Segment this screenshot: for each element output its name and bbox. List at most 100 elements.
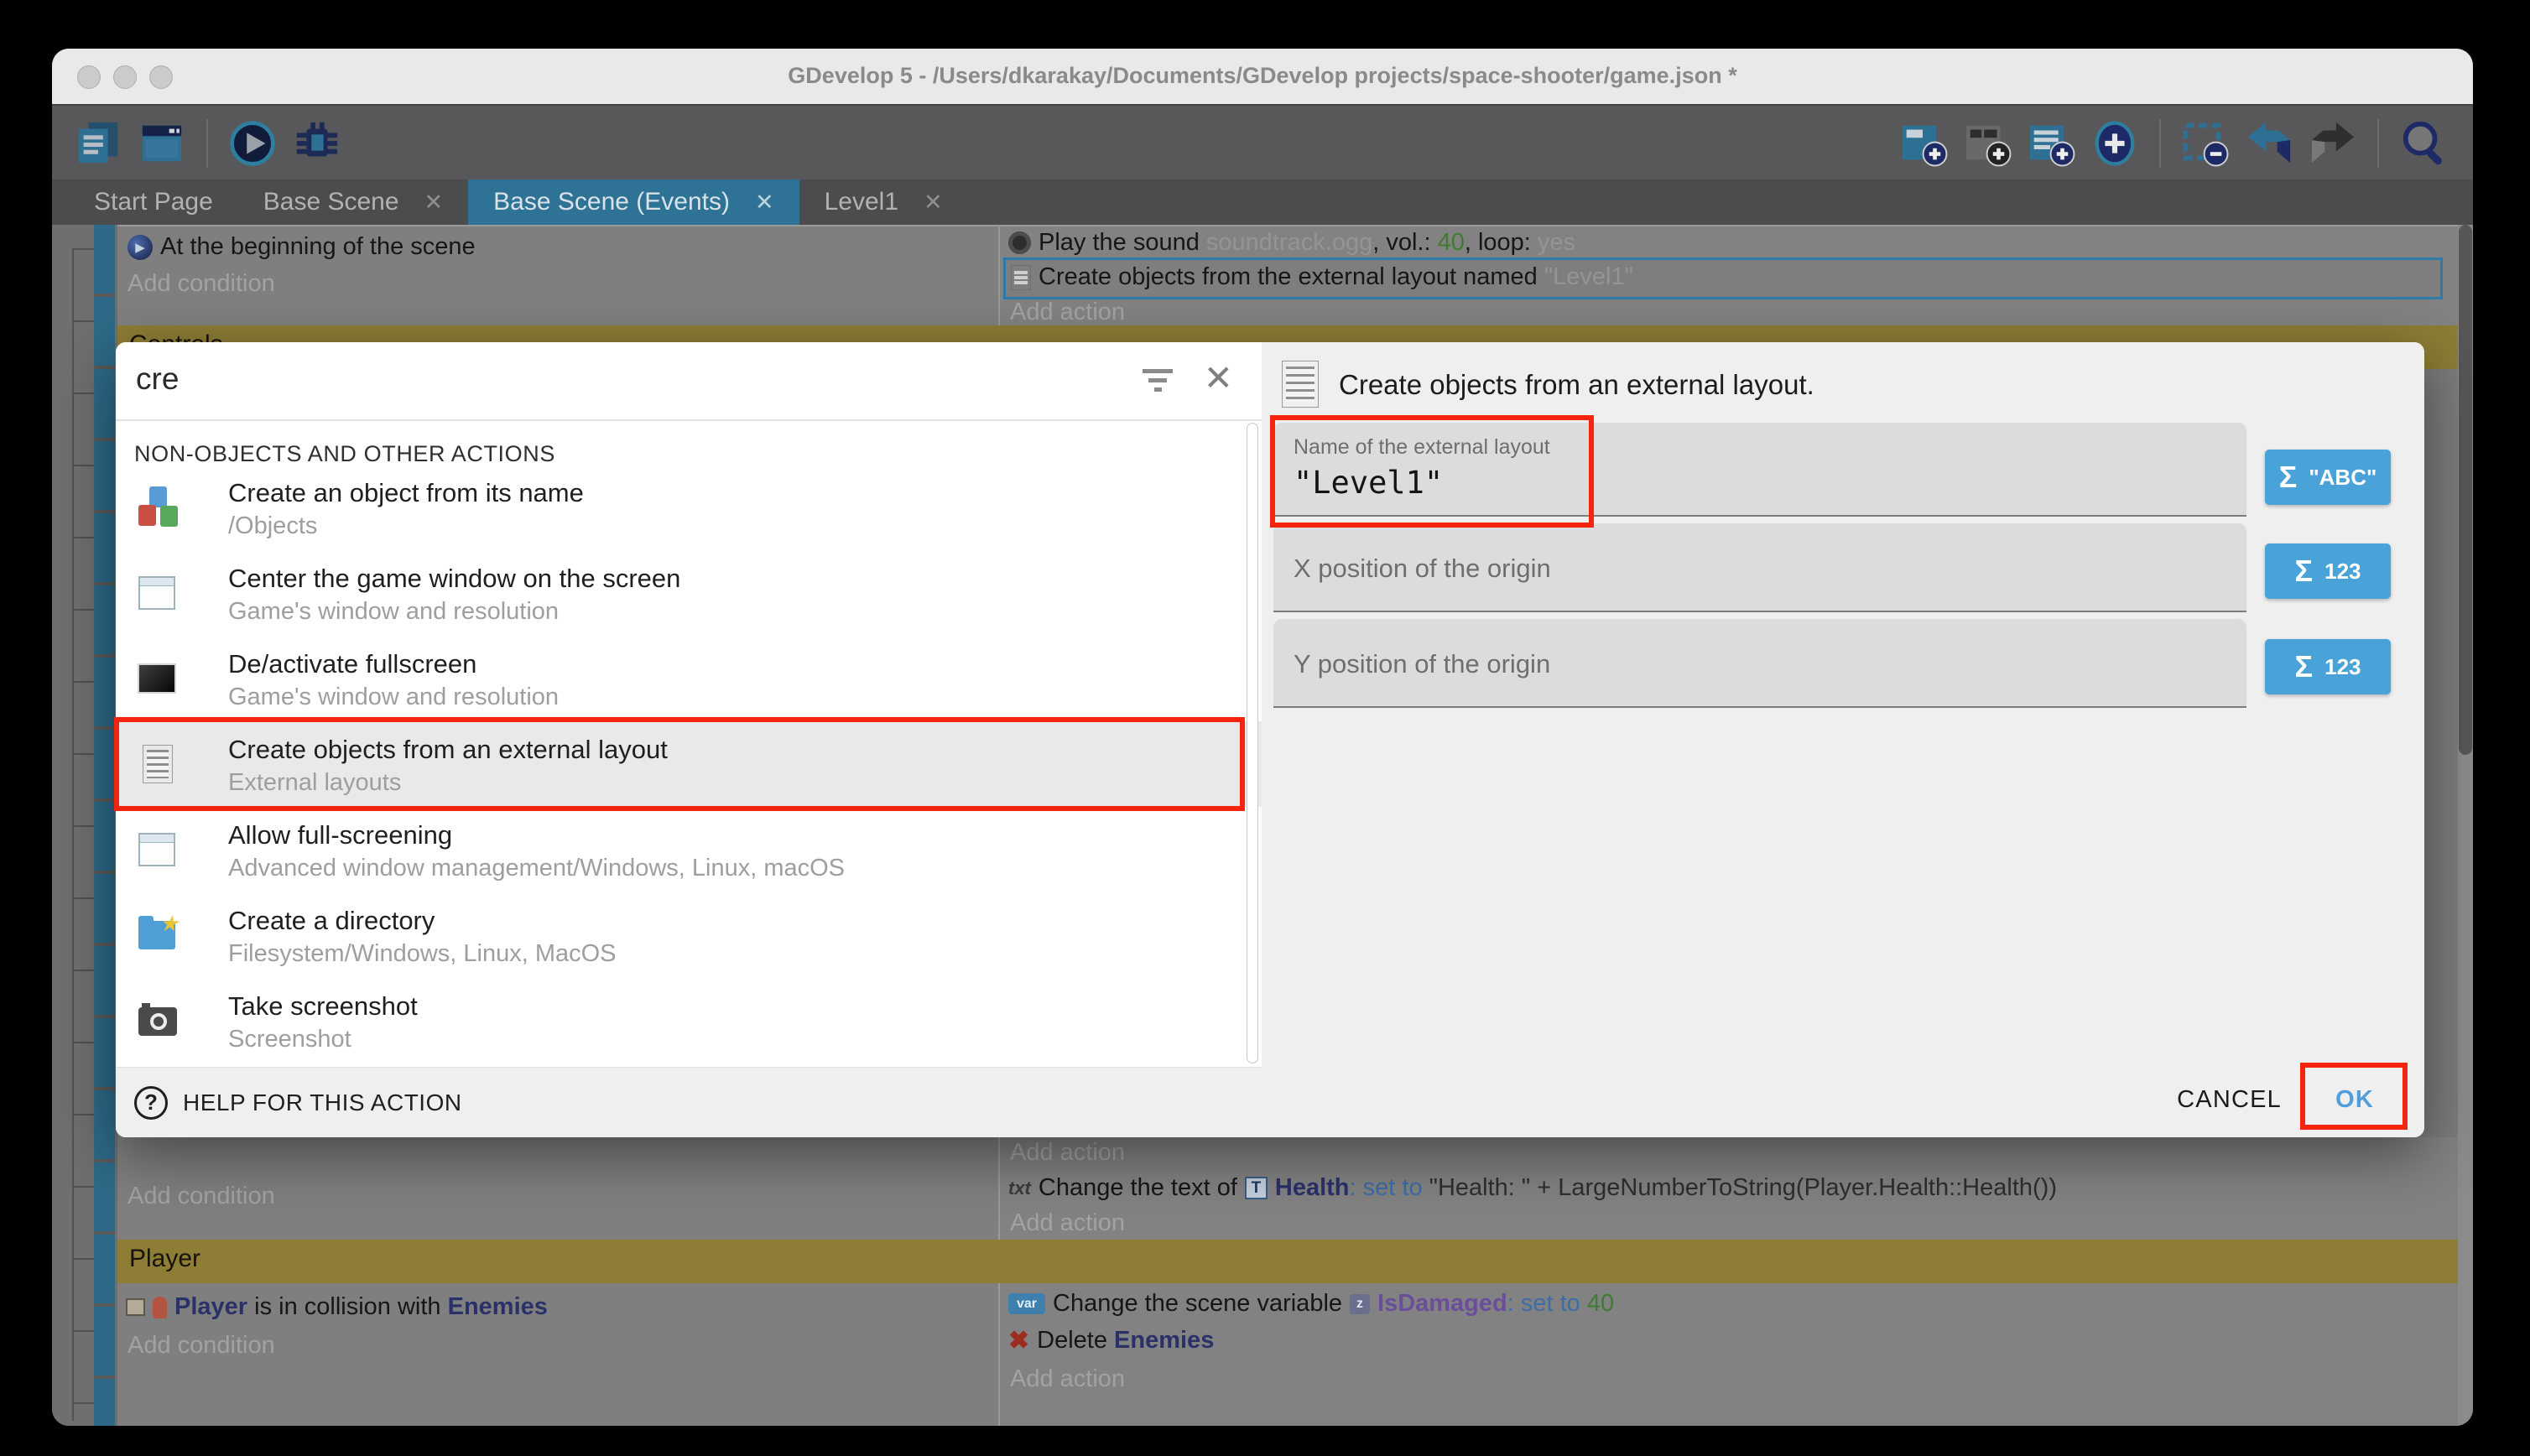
choose-action-dialog: ✕ NON-OBJECTS AND OTHER ACTIONS Create a…: [116, 342, 2424, 1137]
expression-builder-abc-button[interactable]: Σ "ABC": [2265, 450, 2391, 505]
tab-base-scene-events[interactable]: Base Scene (Events) ✕: [468, 179, 799, 225]
filter-icon[interactable]: [1141, 369, 1174, 398]
group-label: Player: [129, 1245, 200, 1273]
sound-icon: [1008, 231, 1031, 254]
action-subtitle: Game's window and resolution: [228, 598, 559, 626]
tab-base-scene[interactable]: Base Scene ✕: [238, 179, 468, 225]
y-position-field[interactable]: Y position of the origin: [1273, 619, 2246, 708]
add-condition-link[interactable]: Add condition: [128, 1183, 275, 1210]
text-object-icon: T: [1245, 1177, 1268, 1199]
condition-row-collision[interactable]: Player is in collision with Enemies: [126, 1293, 548, 1321]
object-param: Enemies: [448, 1293, 548, 1320]
add-circle-icon[interactable]: [2090, 119, 2139, 168]
action-cell: txt Change the text of T Health: set to …: [1000, 1173, 2458, 1241]
add-action-link[interactable]: Add action: [1010, 1209, 1125, 1237]
help-link[interactable]: HELP FOR THIS ACTION: [183, 1089, 462, 1116]
undo-icon[interactable]: [2245, 119, 2293, 168]
action-item-allow-fullscreening[interactable]: Allow full-screening Advanced window man…: [116, 807, 1262, 892]
action-cell: Add action: [1000, 1137, 2458, 1174]
sound-file-param: soundtrack.ogg: [1206, 229, 1372, 256]
condition-row-begin-scene[interactable]: ▶ At the beginning of the scene: [128, 233, 476, 261]
x-position-field[interactable]: X position of the origin: [1273, 523, 2246, 612]
open-scene-editor-icon[interactable]: [138, 119, 186, 168]
dark-screen-icon: [136, 657, 180, 700]
events-scrollbar-thumb[interactable]: [2459, 225, 2472, 755]
add-action-link[interactable]: Add action: [1010, 299, 1125, 326]
dialog-footer: ? HELP FOR THIS ACTION: [116, 1067, 1262, 1137]
field-label: X position of the origin: [1294, 554, 1551, 584]
toolbar: [52, 104, 2473, 181]
add-action-link[interactable]: Add action: [1010, 1365, 1125, 1393]
text-action-icon: txt: [1008, 1178, 1031, 1199]
ok-button[interactable]: OK: [2335, 1086, 2374, 1114]
search-icon[interactable]: [2399, 119, 2448, 168]
external-layout-name-field[interactable]: Name of the external layout "Level1": [1273, 423, 2246, 517]
action-title: Take screenshot: [228, 991, 418, 1022]
selected-action-row[interactable]: Create objects from the external layout …: [1003, 257, 2443, 299]
close-search-icon[interactable]: ✕: [1204, 357, 1233, 398]
close-tab-icon[interactable]: ✕: [755, 190, 774, 216]
tab-bar: Start Page Base Scene ✕ Base Scene (Even…: [52, 179, 2473, 225]
action-subtitle: /Objects: [228, 512, 317, 540]
action-row-change-variable[interactable]: var Change the scene variable z IsDamage…: [1008, 1290, 1614, 1318]
expression-builder-123-button[interactable]: Σ 123: [2265, 639, 2391, 694]
close-tab-icon[interactable]: ✕: [924, 190, 943, 216]
project-manager-icon[interactable]: [74, 119, 122, 168]
window-icon: [136, 571, 180, 615]
action-row-play-sound[interactable]: Play the sound soundtrack.ogg, vol.: 40,…: [1008, 229, 1575, 257]
volume-param: 40: [1438, 229, 1465, 256]
panel-title: Create objects from an external layout.: [1339, 369, 1814, 401]
window-title: GDevelop 5 - /Users/dkarakay/Documents/G…: [52, 63, 2473, 89]
help-icon[interactable]: ?: [134, 1086, 168, 1120]
action-title: Center the game window on the screen: [228, 564, 680, 594]
add-condition-link[interactable]: Add condition: [128, 1332, 275, 1360]
add-event-icon[interactable]: [1899, 119, 1948, 168]
cancel-button[interactable]: CANCEL: [2177, 1086, 2282, 1114]
toolbar-left-group: [74, 114, 341, 173]
add-comment-icon[interactable]: [2027, 119, 2075, 168]
action-row-delete[interactable]: ✖ Delete Enemies: [1008, 1327, 1214, 1355]
variable-action-icon: var: [1008, 1293, 1045, 1314]
divider: [116, 419, 1262, 421]
add-action-link[interactable]: Add action: [1010, 1139, 1125, 1167]
toolbar-separator: [206, 119, 208, 168]
field-value: "Level1": [1294, 465, 1443, 501]
play-preview-icon[interactable]: [228, 119, 277, 168]
search-input[interactable]: [134, 361, 1127, 398]
add-condition-link[interactable]: Add condition: [128, 270, 275, 298]
tab-label: Start Page: [94, 188, 213, 216]
action-item-center-window[interactable]: Center the game window on the screen Gam…: [116, 550, 1262, 636]
expression-builder-123-button[interactable]: Σ 123: [2265, 543, 2391, 599]
window-icon: [136, 828, 180, 871]
gdevelop-window: GDevelop 5 - /Users/dkarakay/Documents/G…: [52, 49, 2473, 1426]
expression-param: "Health: " + LargeNumberToString(Player.…: [1423, 1174, 2057, 1201]
action-subtitle: Game's window and resolution: [228, 684, 559, 711]
add-subevent-icon[interactable]: [1963, 119, 2012, 168]
action-title: Create an object from its name: [228, 478, 584, 508]
action-item-create-directory[interactable]: ★ Create a directory Filesystem/Windows,…: [116, 892, 1262, 978]
loop-param: yes: [1538, 229, 1575, 256]
action-item-create-from-external-layout[interactable]: Create objects from an external layout E…: [116, 721, 1262, 807]
external-layout-doc-icon: [1282, 361, 1319, 408]
tab-level1[interactable]: Level1 ✕: [799, 179, 968, 225]
value-param: 40: [1587, 1290, 1614, 1317]
star-icon: ★: [159, 911, 179, 937]
camera-icon: [136, 999, 180, 1043]
action-title: Allow full-screening: [228, 820, 452, 850]
group-bar-player[interactable]: Player: [117, 1240, 2458, 1283]
sigma-icon: Σ: [2295, 649, 2314, 684]
action-subtitle: Advanced window management/Windows, Linu…: [228, 855, 845, 882]
action-item-take-screenshot[interactable]: Take screenshot Screenshot: [116, 978, 1262, 1063]
delete-event-icon[interactable]: [2181, 119, 2230, 168]
toolbar-separator: [2377, 119, 2379, 168]
debugger-icon[interactable]: [292, 119, 341, 168]
action-row-change-text[interactable]: txt Change the text of T Health: set to …: [1008, 1174, 2057, 1202]
action-item-create-object[interactable]: Create an object from its name /Objects: [116, 465, 1262, 550]
redo-icon[interactable]: [2309, 119, 2357, 168]
action-list-scrollbar-thumb[interactable]: [1247, 423, 1258, 1063]
close-tab-icon[interactable]: ✕: [424, 190, 444, 216]
beginning-of-scene-icon: ▶: [128, 235, 153, 260]
action-item-fullscreen[interactable]: De/activate fullscreen Game's window and…: [116, 636, 1262, 721]
field-label: Name of the external layout: [1294, 435, 1550, 460]
tab-start-page[interactable]: Start Page: [69, 179, 238, 225]
